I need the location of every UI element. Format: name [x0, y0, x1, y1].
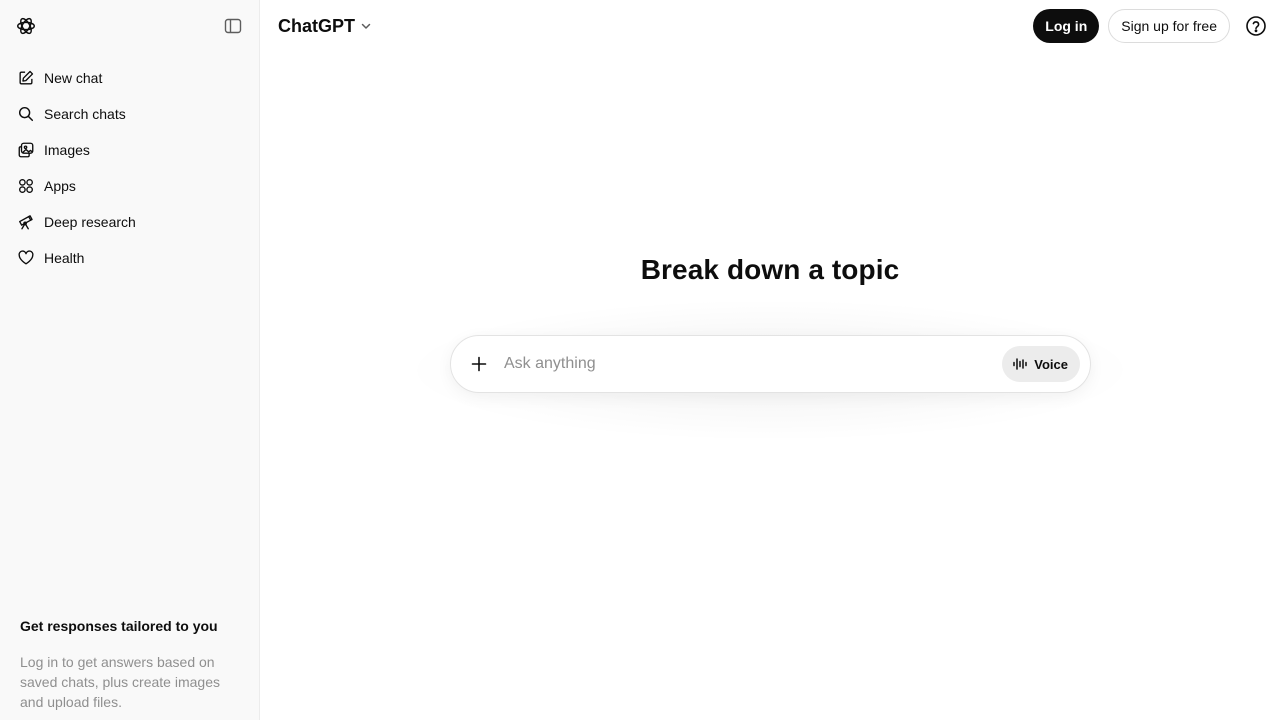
sidebar-item-label: Apps: [44, 178, 76, 194]
sidebar-item-health[interactable]: Health: [8, 240, 251, 276]
login-button[interactable]: Log in: [1033, 9, 1100, 43]
main-area: ChatGPT Log in Sign up for free Break do…: [260, 0, 1280, 720]
sidebar-item-label: New chat: [44, 70, 103, 86]
top-bar: ChatGPT Log in Sign up for free: [260, 0, 1280, 52]
voice-label: Voice: [1034, 356, 1068, 372]
new-chat-icon: [16, 68, 36, 88]
telescope-icon: [16, 212, 36, 232]
promo-text: Log in to get answers based on saved cha…: [20, 654, 220, 710]
app-root: New chat Search chats Images Apps Deep r…: [0, 0, 1280, 720]
model-selector[interactable]: ChatGPT: [278, 16, 373, 37]
openai-logo-icon[interactable]: [14, 14, 38, 38]
model-label: ChatGPT: [278, 15, 356, 36]
sidebar-item-label: Images: [44, 142, 90, 158]
sidebar-item-label: Deep research: [44, 214, 136, 230]
prompt-input[interactable]: [504, 349, 1003, 379]
sidebar: New chat Search chats Images Apps Deep r…: [0, 0, 260, 720]
sidebar-toggle-icon[interactable]: [221, 14, 245, 38]
sidebar-nav: New chat Search chats Images Apps Deep r…: [0, 60, 259, 276]
sidebar-item-label: Health: [44, 250, 85, 266]
sidebar-item-label: Search chats: [44, 106, 126, 122]
login-promo: Get responses tailored to you Log in to …: [20, 616, 243, 712]
sidebar-item-images[interactable]: Images: [8, 132, 251, 168]
sidebar-item-deep-research[interactable]: Deep research: [8, 204, 251, 240]
apps-icon: [16, 176, 36, 196]
images-icon: [16, 140, 36, 160]
help-icon[interactable]: [1244, 14, 1268, 38]
signup-button[interactable]: Sign up for free: [1108, 9, 1230, 43]
heart-icon: [16, 248, 36, 268]
voice-button[interactable]: Voice: [1002, 346, 1080, 382]
sidebar-item-apps[interactable]: Apps: [8, 168, 251, 204]
voice-waveform-icon: [1012, 356, 1028, 372]
sidebar-header: [0, 0, 259, 52]
sidebar-item-search-chats[interactable]: Search chats: [8, 96, 251, 132]
top-actions: Log in Sign up for free: [1033, 9, 1268, 43]
search-icon: [16, 104, 36, 124]
sidebar-item-new-chat[interactable]: New chat: [8, 60, 251, 96]
add-attachment-icon[interactable]: [465, 350, 493, 378]
promo-title: Get responses tailored to you: [20, 618, 218, 634]
prompt-composer: Voice: [450, 335, 1091, 393]
chevron-down-icon: [359, 19, 373, 33]
page-headline: Break down a topic: [640, 254, 900, 285]
